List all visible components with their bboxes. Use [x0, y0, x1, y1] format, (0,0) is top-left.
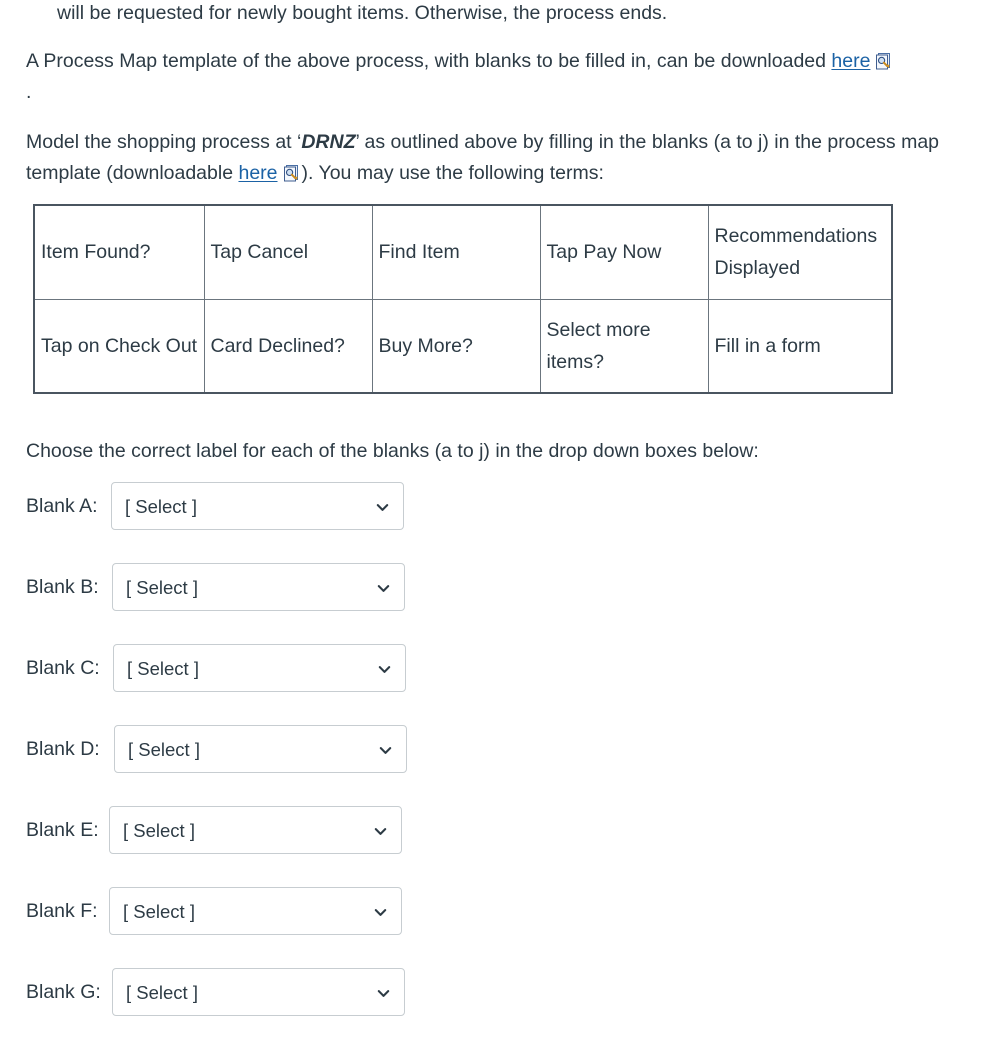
- blank-select-b-value: [ Select ]: [126, 577, 198, 598]
- paragraph-1-text: will be requested for newly bought items…: [57, 2, 668, 24]
- chevron-down-icon: [373, 824, 388, 839]
- blank-select-c-value: [ Select ]: [127, 658, 199, 679]
- blank-select-f[interactable]: [ Select ]: [109, 887, 402, 935]
- table-row: Item Found? Tap Cancel Find Item Tap Pay…: [33, 204, 893, 300]
- paragraph-2-period: .: [26, 77, 31, 108]
- blank-row-c: Blank C: [ Select ]: [0, 644, 985, 725]
- blank-select-c[interactable]: [ Select ]: [113, 644, 406, 692]
- blank-row-b: Blank B: [ Select ]: [0, 563, 985, 644]
- table-cell: Tap on Check Out: [33, 298, 205, 394]
- company-name-emphasis: DRNZ: [301, 131, 356, 153]
- blank-label-e: Blank E:: [26, 819, 99, 841]
- blank-row-f: Blank F: [ Select ]: [0, 887, 985, 968]
- table-cell: Recommendations Displayed: [707, 204, 893, 300]
- blank-select-f-value: [ Select ]: [123, 901, 195, 922]
- blank-select-d-value: [ Select ]: [128, 739, 200, 760]
- blank-label-a: Blank A:: [26, 495, 98, 517]
- paragraph-model-process: Model the shopping process at ‘DRNZ’ as …: [26, 127, 976, 189]
- paragraph-2-text: A Process Map template of the above proc…: [26, 50, 832, 72]
- table-cell: Buy More?: [371, 298, 541, 394]
- blank-select-g-value: [ Select ]: [126, 982, 198, 1003]
- table-cell: Tap Cancel: [203, 204, 373, 300]
- paragraph-choose-label: Choose the correct label for each of the…: [26, 436, 956, 467]
- chevron-down-icon: [376, 581, 391, 596]
- blank-select-g[interactable]: [ Select ]: [112, 968, 405, 1016]
- blank-label-c: Blank C:: [26, 657, 100, 679]
- chevron-down-icon: [376, 986, 391, 1001]
- blank-select-a[interactable]: [ Select ]: [111, 482, 404, 530]
- table-cell: Find Item: [371, 204, 541, 300]
- assignment-page: will be requested for newly bought items…: [0, 0, 985, 1024]
- paragraph-process-ends: will be requested for newly bought items…: [26, 0, 985, 29]
- table-cell: Select more items?: [539, 298, 709, 394]
- blank-select-d[interactable]: [ Select ]: [114, 725, 407, 773]
- blank-select-e[interactable]: [ Select ]: [109, 806, 402, 854]
- blank-select-a-value: [ Select ]: [125, 496, 197, 517]
- blank-select-b[interactable]: [ Select ]: [112, 563, 405, 611]
- blank-row-e: Blank E: [ Select ]: [0, 806, 985, 887]
- blank-label-d: Blank D:: [26, 738, 100, 760]
- table-cell: Tap Pay Now: [539, 204, 709, 300]
- chevron-down-icon: [373, 905, 388, 920]
- paragraph-3-text-c: ). You may use the following terms:: [301, 162, 604, 184]
- blank-label-b: Blank B:: [26, 576, 99, 598]
- period-text: .: [26, 81, 32, 103]
- here-link-2[interactable]: here: [238, 162, 277, 184]
- blank-row-d: Blank D: [ Select ]: [0, 725, 985, 806]
- document-preview-icon[interactable]: [283, 162, 302, 182]
- chevron-down-icon: [378, 743, 393, 758]
- blank-row-a: Blank A: [ Select ]: [0, 482, 985, 563]
- blank-select-e-value: [ Select ]: [123, 820, 195, 841]
- blank-row-g: Blank G: [ Select ]: [0, 968, 985, 1049]
- here-link-1[interactable]: here: [831, 50, 870, 72]
- document-preview-icon[interactable]: [875, 50, 894, 70]
- table-cell: Item Found?: [33, 204, 205, 300]
- blanks-list: Blank A: [ Select ] Blank B: [ Select ]: [0, 482, 985, 1049]
- paragraph-3-text-a: Model the shopping process at ‘: [26, 131, 302, 153]
- chevron-down-icon: [377, 662, 392, 677]
- paragraph-template-download: A Process Map template of the above proc…: [26, 46, 976, 77]
- table-row: Tap on Check Out Card Declined? Buy More…: [33, 298, 893, 394]
- blank-label-f: Blank F:: [26, 900, 98, 922]
- terms-table: Item Found? Tap Cancel Find Item Tap Pay…: [33, 204, 893, 394]
- table-cell: Fill in a form: [707, 298, 893, 394]
- table-cell: Card Declined?: [203, 298, 373, 394]
- paragraph-4-text: Choose the correct label for each of the…: [26, 440, 759, 462]
- blank-label-g: Blank G:: [26, 981, 101, 1003]
- chevron-down-icon: [375, 500, 390, 515]
